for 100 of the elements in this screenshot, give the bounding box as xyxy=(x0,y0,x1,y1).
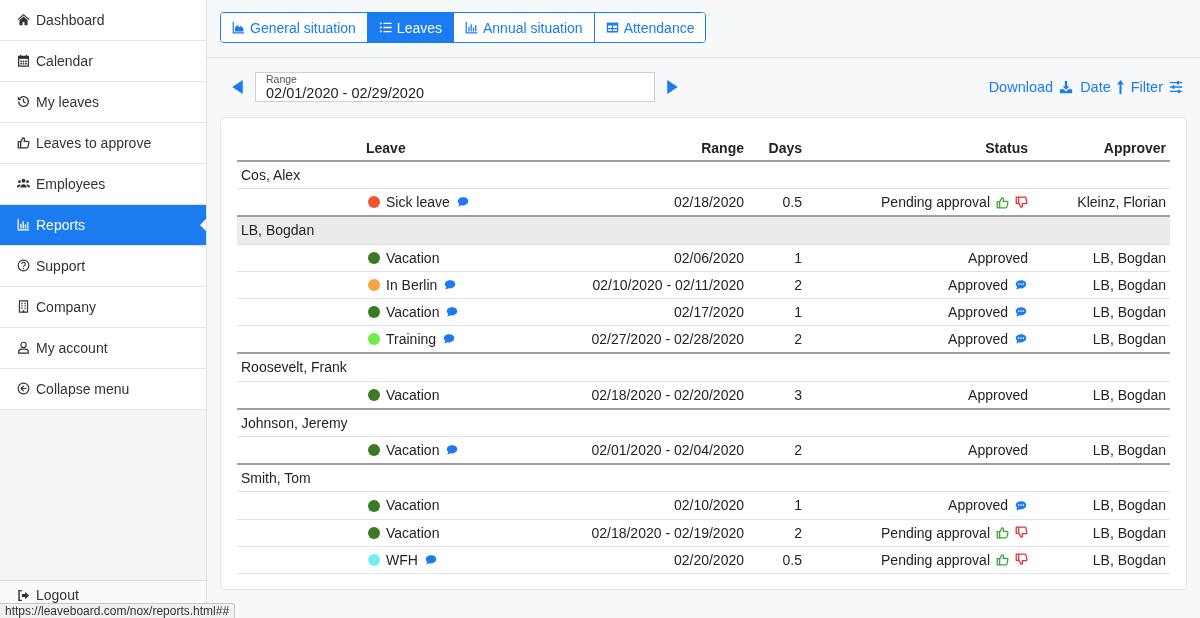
chat-dots-icon[interactable] xyxy=(1014,278,1028,291)
status-text: Approved xyxy=(968,441,1028,460)
leave-type: Training xyxy=(386,330,437,349)
status-text: Approved xyxy=(968,385,1028,404)
tab[interactable]: Leaves xyxy=(366,13,453,42)
users-icon xyxy=(17,177,30,190)
group-header: Roosevelt, Frank xyxy=(237,353,1170,382)
group-header: Smith, Tom xyxy=(237,464,1170,492)
field-label: Range xyxy=(266,73,297,85)
nav-item[interactable]: Support xyxy=(0,246,206,287)
chat-dots-icon[interactable] xyxy=(1014,333,1028,346)
status-text: Pending approval xyxy=(881,193,990,212)
approver-name: LB, Bogdan xyxy=(1032,436,1170,465)
thumbs-up-icon[interactable] xyxy=(996,526,1009,540)
next-arrow-icon[interactable] xyxy=(667,80,678,94)
help-icon xyxy=(17,259,30,272)
bar-chart-icon xyxy=(465,21,478,34)
leave-type: WFH xyxy=(386,550,418,570)
previous-arrow-icon[interactable] xyxy=(232,80,243,94)
home-icon xyxy=(17,13,30,26)
leave-type: Vacation xyxy=(386,441,440,460)
nav-item[interactable]: Reports xyxy=(0,205,206,246)
leave-type: Vacation xyxy=(386,303,440,322)
building-icon xyxy=(17,300,30,313)
speech-bubble-icon[interactable] xyxy=(423,553,438,566)
date-range: 02/17/2020 xyxy=(560,298,748,326)
speech-bubble-icon[interactable] xyxy=(443,278,458,291)
chat-dots-icon[interactable] xyxy=(1014,306,1028,319)
date-range: 02/06/2020 xyxy=(560,244,748,272)
speech-bubble-icon[interactable] xyxy=(442,333,457,346)
group-header: Cos, Alex xyxy=(237,161,1170,189)
date-range: 02/18/2020 - 02/19/2020 xyxy=(560,519,748,547)
day-count: 2 xyxy=(748,271,806,299)
approver-name: LB, Bogdan xyxy=(1032,298,1170,326)
approver-name: LB, Bogdan xyxy=(1032,381,1170,409)
toolbar-link[interactable]: Date xyxy=(1080,79,1124,95)
status-text: Pending approval xyxy=(881,523,990,542)
arrow-left-circle-icon xyxy=(17,382,30,395)
speech-bubble-icon[interactable] xyxy=(455,196,470,209)
status-text: Approved xyxy=(948,330,1008,349)
nav-item[interactable]: Company xyxy=(0,287,206,328)
thumbs-up-icon[interactable] xyxy=(996,195,1009,209)
bar-chart-icon xyxy=(17,218,30,231)
leave-type: In Berlin xyxy=(386,275,438,294)
logout-link[interactable]: Logout xyxy=(17,587,79,603)
tab[interactable]: Attendance xyxy=(593,13,706,42)
thumbs-down-icon[interactable] xyxy=(1015,526,1028,540)
list-icon xyxy=(378,21,392,34)
date-range: 02/10/2020 xyxy=(560,491,748,520)
thumbs-down-icon[interactable] xyxy=(1015,553,1028,567)
user-icon xyxy=(17,341,30,354)
date-range: 02/10/2020 - 02/11/2020 xyxy=(560,271,748,299)
speech-bubble-icon[interactable] xyxy=(445,444,460,457)
download-icon xyxy=(1059,80,1074,94)
column-header: Status xyxy=(806,136,1032,161)
day-count: 1 xyxy=(748,298,806,326)
nav-item[interactable]: Dashboard xyxy=(0,0,206,41)
toolbar-link[interactable]: Filter xyxy=(1130,79,1183,95)
thumbs-down-icon[interactable] xyxy=(1015,195,1028,209)
date-range: 02/01/2020 - 02/04/2020 xyxy=(560,436,748,465)
status-url: https://leaveboard.com/nox/reports.html## xyxy=(0,603,236,618)
chat-dots-icon[interactable] xyxy=(1014,499,1028,512)
area-chart-icon xyxy=(232,21,245,34)
thumbs-up-icon[interactable] xyxy=(996,553,1009,567)
status-text: Approved xyxy=(968,248,1028,267)
speech-bubble-icon[interactable] xyxy=(445,306,460,319)
nav-item[interactable]: Calendar xyxy=(0,41,206,82)
nav-item[interactable]: My account xyxy=(0,328,206,369)
day-count: 2 xyxy=(748,519,806,547)
date-range: 02/20/2020 xyxy=(560,546,748,574)
day-count: 1 xyxy=(748,491,806,520)
status-text: Approved xyxy=(948,496,1008,515)
group-header: LB, Bogdan xyxy=(237,216,1170,245)
sliders-icon xyxy=(1169,80,1183,94)
arrow-up-icon xyxy=(1116,80,1124,94)
table-icon xyxy=(605,21,619,34)
leave-type: Vacation xyxy=(386,248,440,267)
leave-type: Vacation xyxy=(386,496,440,515)
day-count: 3 xyxy=(748,381,806,409)
calendar-icon xyxy=(17,54,30,67)
date-range: 02/18/2020 - 02/20/2020 xyxy=(560,381,748,409)
nav-item[interactable]: Employees xyxy=(0,164,206,205)
column-header: Days xyxy=(748,136,806,161)
day-count: 2 xyxy=(748,325,806,354)
leave-type: Sick leave xyxy=(386,193,450,212)
status-text: Pending approval xyxy=(881,550,990,570)
column-header: Approver xyxy=(1032,136,1170,161)
column-header: Range xyxy=(560,136,748,161)
approver-name: LB, Bogdan xyxy=(1032,519,1170,547)
leave-type: Vacation xyxy=(386,523,440,542)
approver-name: LB, Bogdan xyxy=(1032,325,1170,354)
nav-item[interactable]: My leaves xyxy=(0,82,206,123)
day-count: 2 xyxy=(748,436,806,465)
group-header: Johnson, Jeremy xyxy=(237,408,1170,437)
day-count: 1 xyxy=(748,244,806,272)
nav-item[interactable]: Leaves to approve xyxy=(0,123,206,164)
day-count: 0.5 xyxy=(748,546,806,574)
toolbar-link[interactable]: Download xyxy=(988,79,1074,95)
nav-item[interactable]: Collapse menu xyxy=(0,369,206,410)
leave-type: Vacation xyxy=(386,385,440,404)
